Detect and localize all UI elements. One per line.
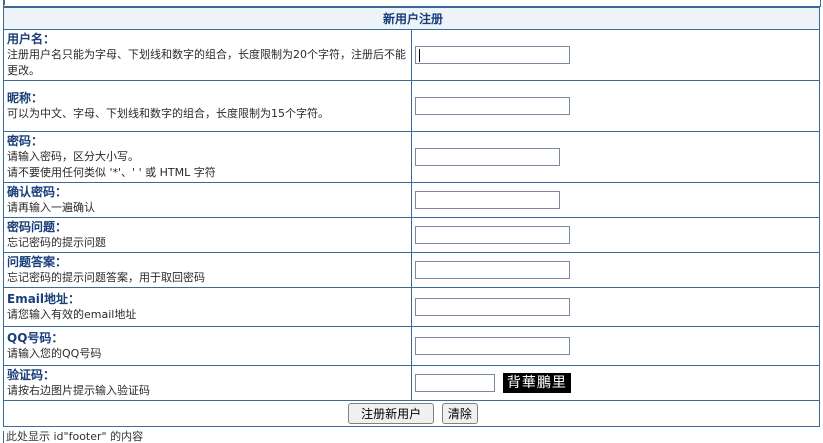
qq-label: QQ号码： <box>7 331 64 345</box>
confirm-password-hint: 请再输入一遍确认 <box>7 201 95 214</box>
nickname-hint: 可以为中文、字母、下划线和数字的组合，长度限制为15个字符。 <box>7 107 329 120</box>
qq-input[interactable] <box>415 337 570 355</box>
security-answer-label: 问题答案： <box>7 255 68 269</box>
username-input[interactable] <box>415 46 570 64</box>
confirm-password-label: 确认密码： <box>7 185 68 199</box>
qq-hint: 请输入您的QQ号码 <box>7 347 102 360</box>
text-caret <box>419 49 420 62</box>
register-button[interactable]: 注册新用户 <box>348 403 435 424</box>
security-answer-input[interactable] <box>415 261 570 279</box>
captcha-hint: 请按右边图片提示输入验证码 <box>7 384 150 397</box>
nickname-input[interactable] <box>415 97 570 115</box>
email-hint: 请您输入有效的email地址 <box>7 308 137 321</box>
security-question-label: 密码问题： <box>7 220 68 234</box>
confirm-password-input[interactable] <box>415 191 560 209</box>
username-hint: 注册用户名只能为字母、下划线和数字的组合，长度限制为20个字符，注册后不能更改。 <box>7 48 406 77</box>
password-input[interactable] <box>415 148 560 166</box>
username-label: 用户名： <box>7 32 56 46</box>
captcha-image: 背華鵬里 <box>502 373 571 393</box>
footer-note: 此处显示 id"footer" 的内容 <box>3 431 143 443</box>
password-hint-2: 请不要使用任何类似 '*'、' ' 或 HTML 字符 <box>7 166 216 179</box>
nickname-label: 昵称： <box>7 91 44 105</box>
clear-button[interactable]: 清除 <box>441 403 478 424</box>
captcha-label: 验证码： <box>7 368 56 382</box>
password-label: 密码： <box>7 134 44 148</box>
captcha-input[interactable] <box>415 374 495 392</box>
email-input[interactable] <box>415 298 570 316</box>
username-label-cell: 用户名： 注册用户名只能为字母、下划线和数字的组合，长度限制为20个字符，注册后… <box>3 29 412 81</box>
password-hint: 请输入密码，区分大小写。 <box>7 150 139 163</box>
top-divider <box>3 0 821 7</box>
registration-form: 新用户注册 用户名： 注册用户名只能为字母、下划线和数字的组合，长度限制为20个… <box>3 7 820 427</box>
security-question-hint: 忘记密码的提示问题 <box>7 236 106 249</box>
security-question-input[interactable] <box>415 226 570 244</box>
security-answer-hint: 忘记密码的提示问题答案，用于取回密码 <box>7 271 205 284</box>
email-label: Email地址： <box>7 292 81 306</box>
form-title: 新用户注册 <box>3 7 820 30</box>
